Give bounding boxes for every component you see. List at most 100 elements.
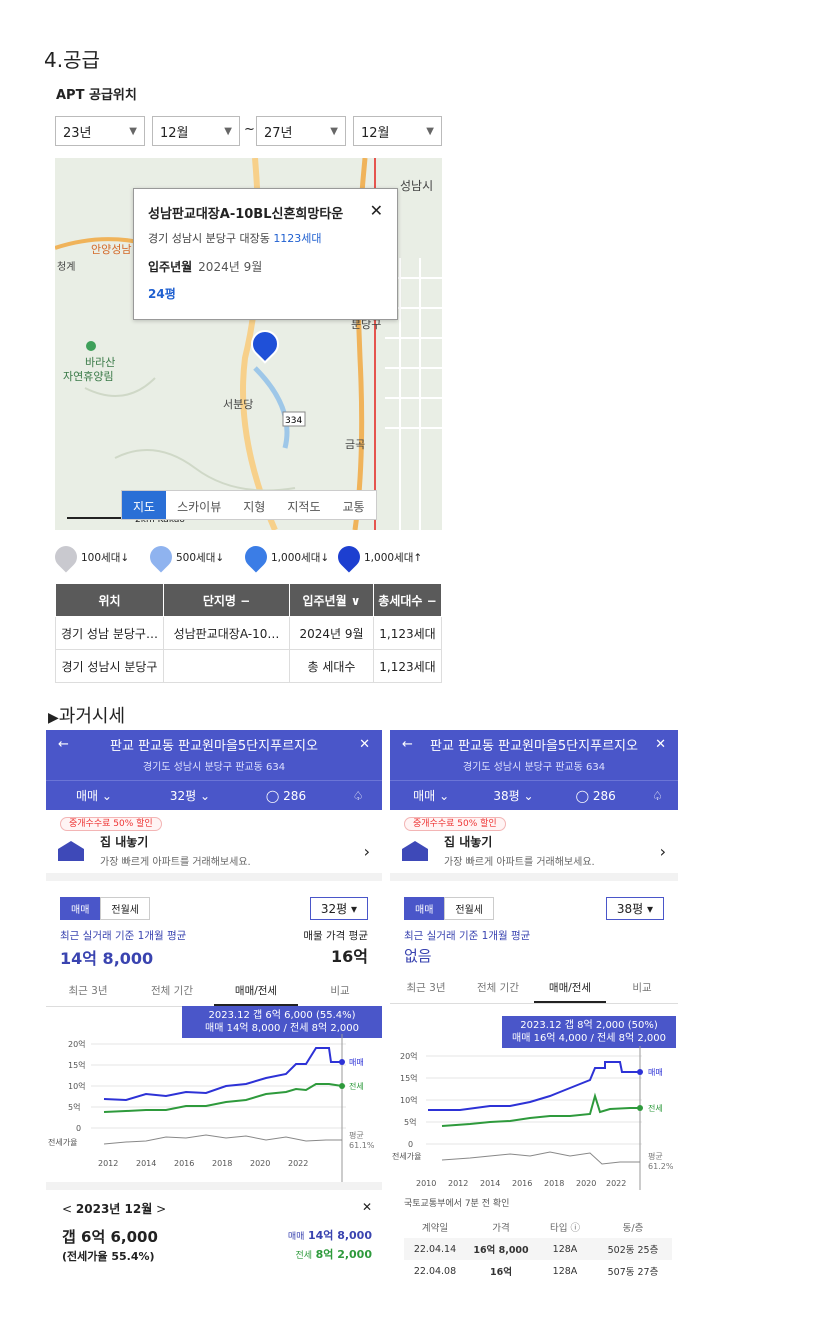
tab-compare[interactable]: 비교 <box>298 977 382 1006</box>
back-icon[interactable]: ← <box>58 737 69 752</box>
trade-type-select[interactable]: 매매 ⌄ <box>390 787 472 804</box>
ytick: 10억 <box>68 1081 86 1091</box>
right-price-chart[interactable]: 20억 15억 10억 5억 0 전세가율 매매 전세 평균 61.2% 201… <box>390 1046 678 1190</box>
col-complex[interactable]: 단지명 − <box>163 583 290 617</box>
next-month-icon[interactable]: > <box>156 1202 166 1216</box>
map-tab-terrain[interactable]: 지형 <box>232 491 276 519</box>
map-tab-cadastral[interactable]: 지적도 <box>276 491 331 519</box>
pin-dark-blue-icon <box>333 541 365 573</box>
tooltip-line1: 2023.12 갭 8억 2,000 (50%) <box>520 1020 658 1031</box>
promo-text: 중개수수료 50% 할인 <box>404 817 506 831</box>
map-tab-skyview[interactable]: 스카이뷰 <box>166 491 232 519</box>
pyeong-dropdown[interactable]: 32평 ▾ <box>309 897 368 920</box>
pyeong-dropdown-value: 32평 <box>320 902 348 916</box>
tab-recent-3y[interactable]: 최근 3년 <box>390 974 462 1003</box>
legend-label: 1,000세대↑ <box>364 551 423 564</box>
to-month-value: 12월 <box>361 125 390 141</box>
map-label-forest: 자연휴양림 <box>63 370 114 383</box>
popup-pyeong[interactable]: 24평 <box>148 285 383 302</box>
close-icon[interactable]: ✕ <box>362 1200 372 1217</box>
jeonse-point <box>339 1083 345 1089</box>
pin-light-blue-icon <box>145 541 177 573</box>
cell: 128A <box>552 1243 578 1255</box>
chevron-right-icon: › <box>363 841 370 861</box>
close-icon[interactable]: ✕ <box>359 737 370 752</box>
promo-badge: 중개수수료 50% 할인 <box>390 816 678 831</box>
comment-icon: ◯ <box>575 788 590 803</box>
rate-tag-2: 61.1% <box>349 1141 375 1150</box>
tab-all-period[interactable]: 전체 기간 <box>130 977 214 1006</box>
from-month-select[interactable]: 12월 ▼ <box>152 116 240 146</box>
avg-value: 없음 <box>404 947 432 965</box>
to-month-select[interactable]: 12월 ▼ <box>353 116 442 146</box>
popup-title: 성남판교대장A-10BL신혼희망타운 <box>148 207 344 222</box>
tab-compare[interactable]: 비교 <box>606 974 678 1003</box>
comments-button[interactable]: ◯ 286 <box>555 789 637 803</box>
popup-address: 경기 성남시 분당구 대장동 1123세대 <box>148 230 383 246</box>
cell: 2024년 9월 <box>289 616 374 650</box>
table-row[interactable]: 경기 성남 분당구… 성남판교대장A-10… 2024년 9월 1,123세대 <box>55 616 442 650</box>
col-move-in[interactable]: 입주년월 ∨ <box>289 583 374 617</box>
legend-label: 1,000세대↓ <box>271 551 330 564</box>
panel-header: ← 판교 판교동 판교원마을5단지푸르지오 ✕ 경기도 성남시 분당구 판교동 63… <box>46 730 382 810</box>
map-label-seobundang: 서분당 <box>223 398 253 411</box>
chip-rent[interactable]: 전월세 <box>100 897 151 920</box>
chevron-down-icon: ⌄ <box>439 789 450 803</box>
comment-count: 286 <box>592 788 616 803</box>
tab-sale-jeonse[interactable]: 매매/전세 <box>534 974 606 1003</box>
chip-rent[interactable]: 전월세 <box>444 897 495 920</box>
trade-type-value: 매매 <box>413 789 436 803</box>
legend-label: 100세대↓ <box>81 551 130 564</box>
popup-move-label: 입주년월 <box>148 260 193 274</box>
comments-button[interactable]: ◯ 286 <box>238 789 334 803</box>
col-type[interactable]: 타입 ⓘ <box>536 1220 594 1234</box>
ytick: 0 <box>408 1140 413 1149</box>
table-row[interactable]: 22.04.08 16억 128A 507동 27층 <box>404 1260 672 1282</box>
table-row[interactable]: 22.04.14 16억 8,000 128A 502동 25층 <box>404 1238 672 1260</box>
list-property-banner[interactable]: 집 내놓기 가장 빠르게 아파트를 거래해보세요. › <box>46 829 382 881</box>
xtick: 2018 <box>544 1179 564 1188</box>
rate-line <box>441 1151 640 1165</box>
pyeong-dropdown[interactable]: 38평 ▾ <box>605 897 664 920</box>
sale-line-label: 매매 <box>648 1068 663 1077</box>
sale-summary-label: 매매 <box>287 1232 305 1242</box>
rate-tag-1: 평균 <box>648 1151 663 1161</box>
right-price-panel: ← 판교 판교동 판교원마을5단지푸르지오 ✕ 경기도 성남시 분당구 판교동 63… <box>390 730 678 1290</box>
supply-table: 위치 단지명 − 입주년월 ∨ 총세대수 − 경기 성남 분당구… 성남판교대장… <box>55 583 442 683</box>
trade-type-select[interactable]: 매매 ⌄ <box>46 787 142 804</box>
map-label-ansung: 안양성남 <box>91 243 131 256</box>
legend-500: 500세대↓ <box>145 541 224 573</box>
col-households[interactable]: 총세대수 − <box>373 583 442 617</box>
tab-sale-jeonse[interactable]: 매매/전세 <box>214 977 298 1006</box>
gap-value: 갭 6억 6,000 <box>62 1228 158 1246</box>
prev-month-icon[interactable]: < <box>62 1202 72 1216</box>
back-icon[interactable]: ← <box>402 737 413 752</box>
tab-all-period[interactable]: 전체 기간 <box>462 974 534 1003</box>
list-property-banner[interactable]: 집 내놓기 가장 빠르게 아파트를 거래해보세요. › <box>390 829 678 881</box>
ytick: 15억 <box>400 1073 418 1083</box>
left-price-chart[interactable]: 20억 15억 10억 5억 0 전세가율 매매 전세 평균 61.1% 201… <box>46 1034 382 1184</box>
jeonse-summary-label: 전세 <box>295 1251 313 1261</box>
pyeong-value: 32평 <box>169 789 197 803</box>
chip-sale[interactable]: 매매 <box>60 897 101 920</box>
xtick: 2014 <box>480 1179 500 1188</box>
ytick: 5억 <box>404 1117 416 1127</box>
map-tab-traffic[interactable]: 교통 <box>331 491 375 519</box>
bell-icon[interactable]: ♤ <box>334 789 382 803</box>
close-icon[interactable]: ✕ <box>655 737 666 752</box>
pyeong-select[interactable]: 32평 ⌄ <box>142 787 238 804</box>
col-location[interactable]: 위치 <box>55 583 164 617</box>
chip-sale[interactable]: 매매 <box>404 897 445 920</box>
tab-recent-3y[interactable]: 최근 3년 <box>46 977 130 1006</box>
to-year-select[interactable]: 27년 ▼ <box>256 116 346 146</box>
banner-title: 집 내놓기 <box>100 835 149 849</box>
table-total-row: 경기 성남시 분당구 총 세대수 1,123세대 <box>55 649 442 683</box>
caret-down-icon: ▾ <box>350 902 357 916</box>
bell-icon[interactable]: ♤ <box>637 789 678 803</box>
legend-100: 100세대↓ <box>50 541 130 573</box>
close-icon[interactable]: ✕ <box>370 201 383 220</box>
sale-summary: 매매 14억 8,000 <box>288 1227 372 1243</box>
pyeong-select[interactable]: 38평 ⌄ <box>472 787 554 804</box>
from-year-select[interactable]: 23년 ▼ <box>55 116 145 146</box>
map-tab-map[interactable]: 지도 <box>122 491 167 519</box>
